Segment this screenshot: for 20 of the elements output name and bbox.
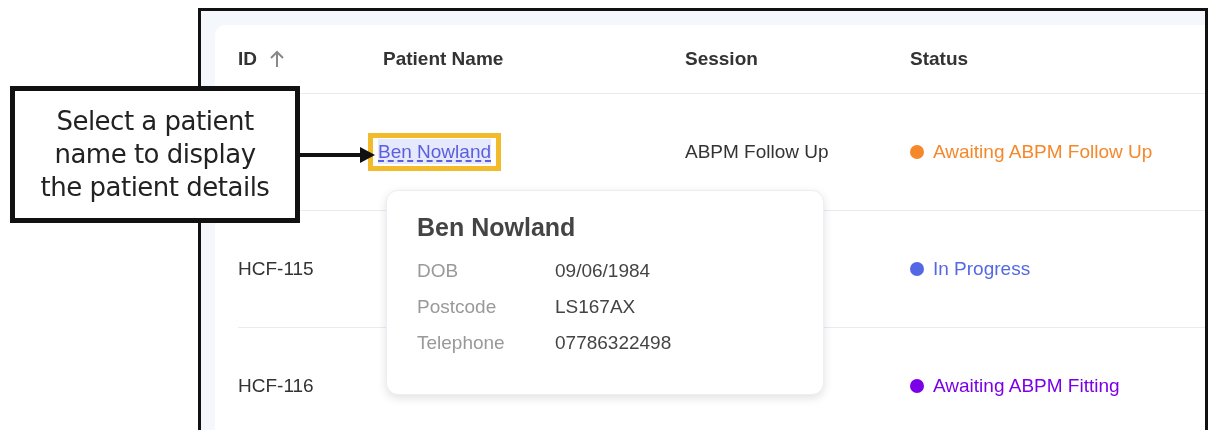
table-cell: HCF-116 <box>238 375 314 396</box>
table-cell: ABPM Follow Up <box>685 141 829 162</box>
column-header[interactable]: Patient Name <box>383 48 504 70</box>
field-label: DOB <box>417 260 459 281</box>
field-label: Telephone <box>417 332 505 353</box>
column-header[interactable]: Session <box>685 48 758 70</box>
field-value: 09/06/1984 <box>555 260 651 281</box>
popup-title: Ben Nowland <box>417 213 576 242</box>
callout-text: Select a patient name to display the patient details <box>40 105 270 204</box>
field-value: LS167AX <box>555 296 636 317</box>
status-label: Awaiting ABPM Fitting <box>933 374 1120 397</box>
column-header[interactable]: Status <box>910 48 969 70</box>
field-value: 07786322498 <box>555 332 672 353</box>
patient-name-link[interactable]: Ben Nowland <box>378 139 492 164</box>
table-cell: HCF-115 <box>238 258 314 279</box>
status-label: In Progress <box>933 257 1031 280</box>
column-header[interactable]: ID <box>238 48 257 70</box>
status-label: Awaiting ABPM Follow Up <box>933 140 1153 163</box>
field-label: Postcode <box>417 296 497 317</box>
sort-arrow-icon[interactable] <box>269 50 285 68</box>
